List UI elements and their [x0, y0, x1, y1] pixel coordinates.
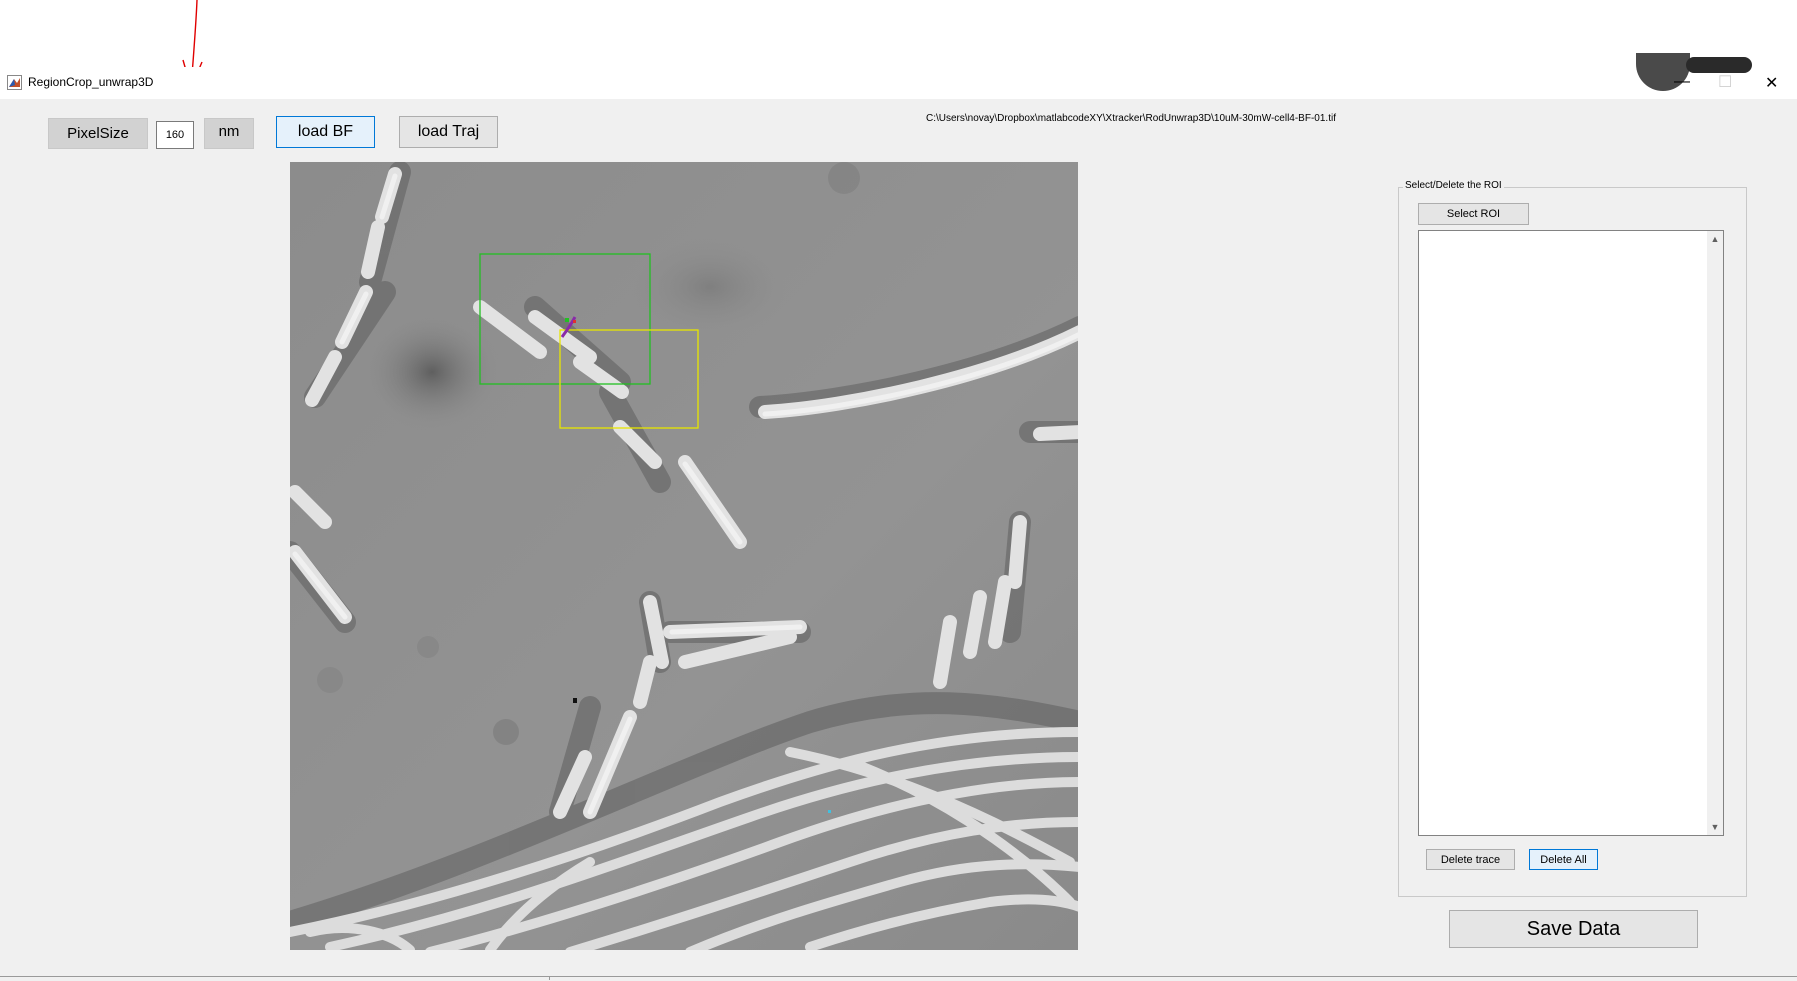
load-traj-label: load Traj — [417, 123, 480, 140]
title-bar: RegionCrop_unwrap3D — ☐ ✕ — [0, 53, 1797, 99]
delete-all-button[interactable]: Delete All — [1529, 849, 1598, 870]
microscope-image — [290, 162, 1078, 950]
taskbar-pill — [1686, 57, 1752, 73]
delete-trace-button[interactable]: Delete trace — [1426, 849, 1515, 870]
pixelsize-label: PixelSize — [48, 118, 148, 149]
roi-listbox[interactable]: ▲ ▼ — [1418, 230, 1724, 836]
roi-list-scrollbar[interactable]: ▲ ▼ — [1707, 231, 1723, 835]
bottom-border — [0, 976, 1797, 977]
load-bf-button[interactable]: load BF — [276, 116, 375, 148]
roi-panel-legend: Select/Delete the ROI — [1403, 180, 1504, 191]
load-bf-label: load BF — [297, 123, 354, 140]
minimize-button[interactable]: — — [1674, 73, 1690, 91]
image-display[interactable] — [290, 162, 1078, 950]
load-traj-button[interactable]: load Traj — [399, 116, 498, 148]
file-path-text: C:\Users\novay\Dropbox\matlabcodeXY\Xtra… — [926, 113, 1336, 124]
unit-label-text: nm — [218, 123, 240, 140]
unit-label: nm — [204, 118, 254, 149]
select-roi-label: Select ROI — [1446, 208, 1501, 220]
matlab-icon — [7, 75, 22, 90]
delete-all-label: Delete All — [1540, 853, 1587, 866]
scroll-down-icon[interactable]: ▼ — [1707, 819, 1723, 835]
close-button[interactable]: ✕ — [1765, 73, 1778, 93]
window-title: RegionCrop_unwrap3D — [28, 75, 154, 89]
save-data-button[interactable]: Save Data — [1449, 910, 1698, 948]
maximize-button[interactable]: ☐ — [1718, 72, 1732, 92]
pixelsize-input[interactable]: 160 — [156, 121, 194, 149]
pixelsize-label-text: PixelSize — [67, 125, 129, 142]
scroll-up-icon[interactable]: ▲ — [1707, 231, 1723, 247]
pixelsize-value: 160 — [165, 129, 185, 141]
delete-trace-label: Delete trace — [1440, 853, 1501, 866]
select-roi-button[interactable]: Select ROI — [1418, 203, 1529, 225]
bottom-divider — [549, 976, 550, 980]
save-data-label: Save Data — [1526, 917, 1621, 940]
